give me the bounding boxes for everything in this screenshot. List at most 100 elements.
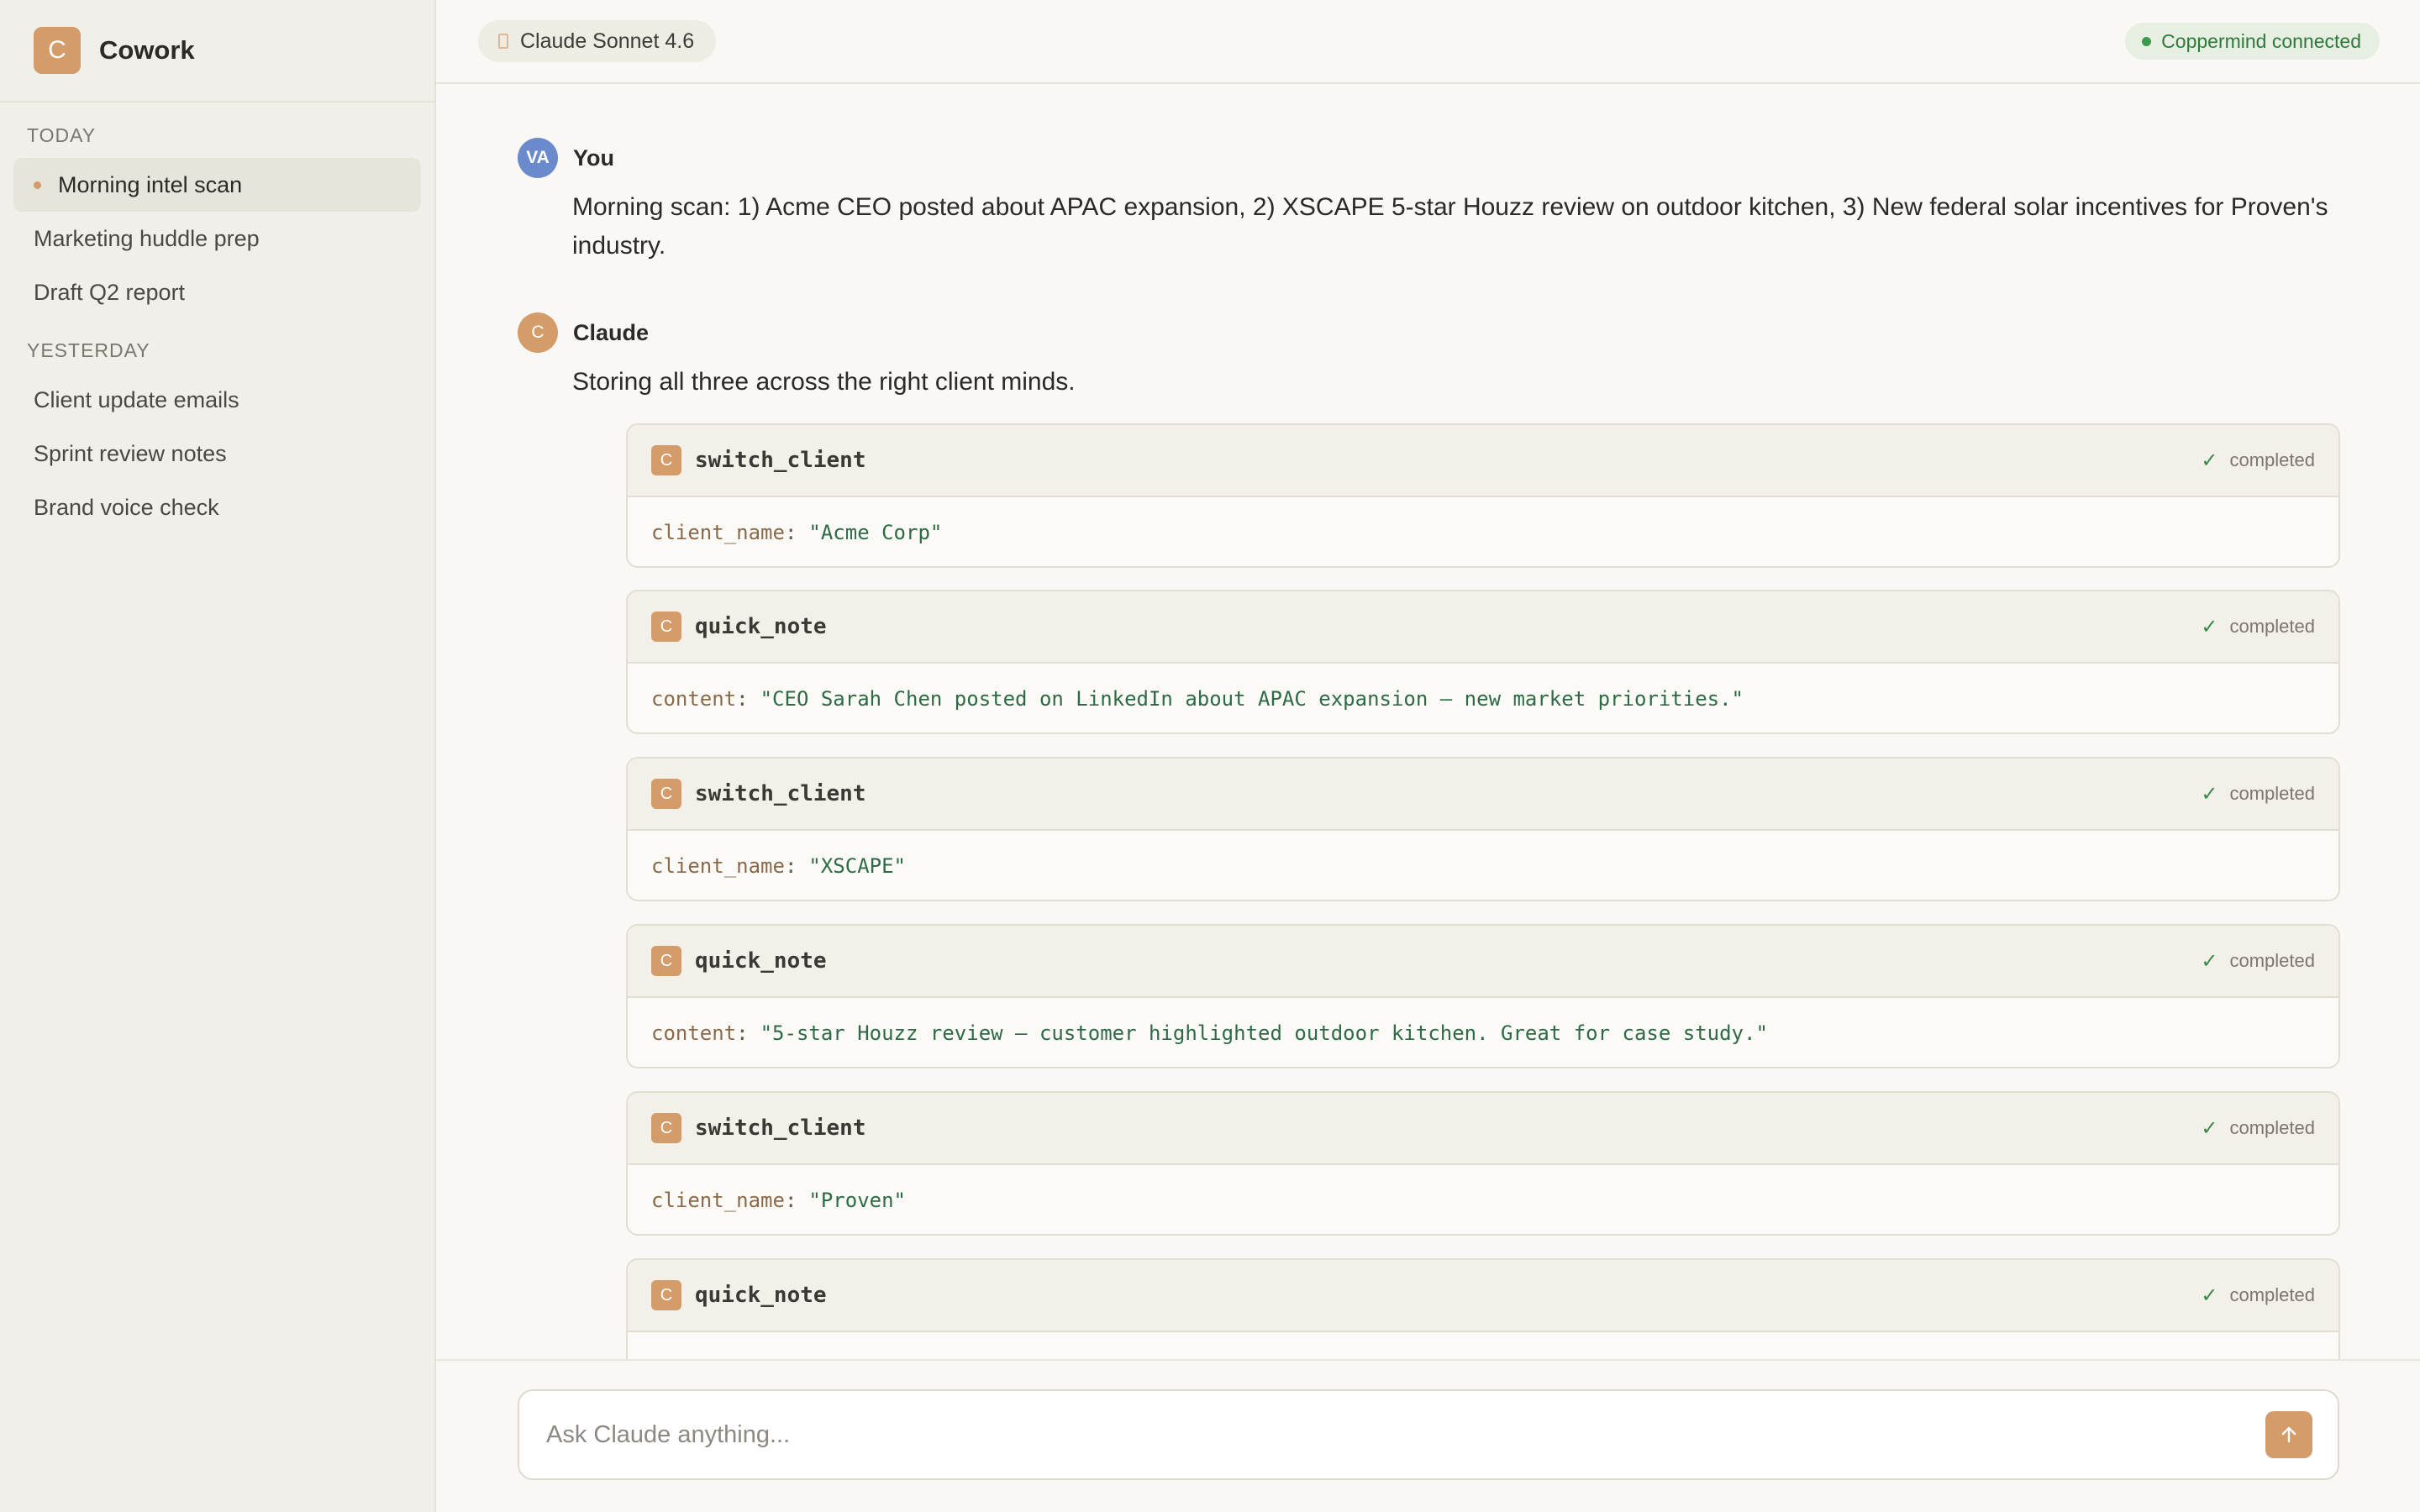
app-name: Cowork bbox=[99, 35, 195, 65]
tool-icon: C bbox=[651, 779, 681, 809]
sidebar: C Cowork TODAY Morning intel scan Market… bbox=[0, 0, 436, 1512]
check-icon: ✓ bbox=[2201, 1284, 2218, 1307]
tool-call-args: content: "CEO Sarah Chen posted on Linked… bbox=[628, 664, 2338, 732]
tool-call-card[interactable]: C switch_client ✓ completed client_name: "… bbox=[626, 423, 2340, 568]
sidebar-item-label: Marketing huddle prep bbox=[34, 225, 260, 251]
connection-status-badge: Coppermind connected bbox=[2125, 23, 2380, 60]
tool-call-header[interactable]: C quick_note ✓ completed bbox=[628, 591, 2338, 664]
tool-name: quick_note bbox=[695, 614, 827, 639]
brand: C Cowork bbox=[0, 0, 434, 102]
sidebar-item-label: Brand voice check bbox=[34, 494, 219, 520]
model-label: Claude Sonnet 4.6 bbox=[520, 29, 695, 53]
message-input[interactable] bbox=[546, 1420, 2265, 1449]
tool-status: ✓ completed bbox=[2201, 1284, 2315, 1308]
connection-status-label: Coppermind connected bbox=[2161, 29, 2361, 52]
tool-call-header[interactable]: C switch_client ✓ completed bbox=[628, 1093, 2338, 1165]
main-panel: Claude Sonnet 4.6 Coppermind connected V… bbox=[436, 0, 2420, 1512]
assistant-message-header: C Claude bbox=[518, 312, 649, 353]
sidebar-item-marketing-huddle-prep[interactable]: Marketing huddle prep bbox=[13, 212, 421, 265]
arg-key: client_name bbox=[651, 1189, 785, 1212]
app-window: C Cowork TODAY Morning intel scan Market… bbox=[0, 0, 2420, 1512]
sidebar-item-sprint-review-notes[interactable]: Sprint review notes bbox=[13, 427, 421, 480]
active-indicator-icon bbox=[34, 181, 41, 189]
arg-key: client_name bbox=[651, 854, 785, 878]
model-selector[interactable]: Claude Sonnet 4.6 bbox=[478, 20, 717, 62]
sidebar-item-client-update-emails[interactable]: Client update emails bbox=[13, 373, 421, 427]
sidebar-item-label: Morning intel scan bbox=[58, 171, 243, 197]
tool-icon: C bbox=[651, 445, 681, 475]
tool-call-args: client_name: "Proven" bbox=[628, 1165, 2338, 1234]
arg-value: "5-star Houzz review — customer highligh… bbox=[760, 1021, 1768, 1045]
tool-status-label: completed bbox=[2229, 783, 2315, 804]
composer-area bbox=[436, 1359, 2420, 1512]
tool-status-label: completed bbox=[2229, 616, 2315, 637]
user-message-text: Morning scan: 1) Acme CEO posted about A… bbox=[572, 193, 2328, 260]
conversation: VA You Morning scan: 1) Acme CEO posted … bbox=[436, 86, 2420, 1359]
tool-call-args: client_name: "Acme Corp" bbox=[628, 497, 2338, 566]
sidebar-item-draft-q2-report[interactable]: Draft Q2 report bbox=[13, 265, 421, 319]
tool-call-card[interactable]: C quick_note ✓ completed bbox=[626, 1258, 2340, 1359]
sidebar-section-today: TODAY bbox=[27, 124, 97, 146]
check-icon: ✓ bbox=[2201, 1116, 2218, 1140]
status-dot-icon bbox=[2142, 36, 2152, 46]
tool-call-card[interactable]: C quick_note ✓ completed content: "CEO Sar… bbox=[626, 590, 2340, 734]
assistant-name: Claude bbox=[573, 319, 650, 345]
tool-call-header[interactable]: C quick_note ✓ completed bbox=[628, 1260, 2338, 1332]
app-logo: C bbox=[34, 27, 81, 74]
arg-separator: : bbox=[784, 854, 797, 878]
user-message-header: VA You bbox=[518, 138, 614, 178]
tool-call-args: client_name: "XSCAPE" bbox=[628, 831, 2338, 900]
tool-icon: C bbox=[651, 946, 681, 976]
tool-status: ✓ completed bbox=[2201, 449, 2315, 473]
assistant-avatar: C bbox=[518, 312, 558, 353]
sidebar-item-label: Sprint review notes bbox=[34, 440, 227, 466]
model-icon bbox=[498, 34, 508, 49]
arg-key: content bbox=[651, 1021, 737, 1045]
tool-icon: C bbox=[651, 1113, 681, 1143]
tool-icon: C bbox=[651, 1280, 681, 1310]
tool-status: ✓ completed bbox=[2201, 782, 2315, 806]
composer bbox=[518, 1389, 2339, 1480]
check-icon: ✓ bbox=[2201, 449, 2218, 472]
tool-call-card[interactable]: C switch_client ✓ completed client_name: "… bbox=[626, 757, 2340, 901]
user-avatar: VA bbox=[518, 138, 558, 178]
check-icon: ✓ bbox=[2201, 782, 2218, 806]
send-button[interactable] bbox=[2265, 1411, 2312, 1458]
tool-name: quick_note bbox=[695, 948, 827, 974]
arg-value: "Acme Corp" bbox=[808, 521, 943, 544]
tool-status: ✓ completed bbox=[2201, 1116, 2315, 1141]
arg-value: "Proven" bbox=[808, 1189, 906, 1212]
arg-separator: : bbox=[784, 1189, 797, 1212]
tool-status-label: completed bbox=[2229, 950, 2315, 971]
arg-separator: : bbox=[736, 687, 749, 711]
tool-name: switch_client bbox=[695, 781, 866, 806]
arg-separator: : bbox=[784, 521, 797, 544]
check-icon: ✓ bbox=[2201, 615, 2218, 638]
tool-call-card[interactable]: C quick_note ✓ completed content: "5-star … bbox=[626, 924, 2340, 1068]
sidebar-item-brand-voice-check[interactable]: Brand voice check bbox=[13, 480, 421, 534]
tool-call-card[interactable]: C switch_client ✓ completed client_name: "… bbox=[626, 1091, 2340, 1236]
arg-value: "XSCAPE" bbox=[808, 854, 906, 878]
sidebar-item-label: Client update emails bbox=[34, 386, 239, 412]
user-name: You bbox=[573, 144, 614, 171]
tool-name: quick_note bbox=[695, 1283, 827, 1308]
tool-status-label: completed bbox=[2229, 449, 2315, 470]
sidebar-section-yesterday: YESTERDAY bbox=[27, 339, 150, 361]
tool-status-label: completed bbox=[2229, 1284, 2315, 1305]
check-icon: ✓ bbox=[2201, 949, 2218, 973]
arg-value: "CEO Sarah Chen posted on LinkedIn about… bbox=[760, 687, 1744, 711]
tool-name: switch_client bbox=[695, 1116, 866, 1141]
tool-icon: C bbox=[651, 612, 681, 642]
tool-status: ✓ completed bbox=[2201, 615, 2315, 639]
arg-key: content bbox=[651, 687, 737, 711]
tool-call-header[interactable]: C switch_client ✓ completed bbox=[628, 759, 2338, 831]
tool-call-args bbox=[628, 1332, 2338, 1359]
arg-key: client_name bbox=[651, 521, 785, 544]
tool-status: ✓ completed bbox=[2201, 949, 2315, 974]
sidebar-item-morning-intel-scan[interactable]: Morning intel scan bbox=[13, 158, 421, 212]
arrow-up-icon bbox=[2281, 1426, 2296, 1443]
tool-call-header[interactable]: C quick_note ✓ completed bbox=[628, 926, 2338, 998]
arg-separator: : bbox=[736, 1021, 749, 1045]
tool-call-header[interactable]: C switch_client ✓ completed bbox=[628, 425, 2338, 497]
tool-name: switch_client bbox=[695, 448, 866, 473]
